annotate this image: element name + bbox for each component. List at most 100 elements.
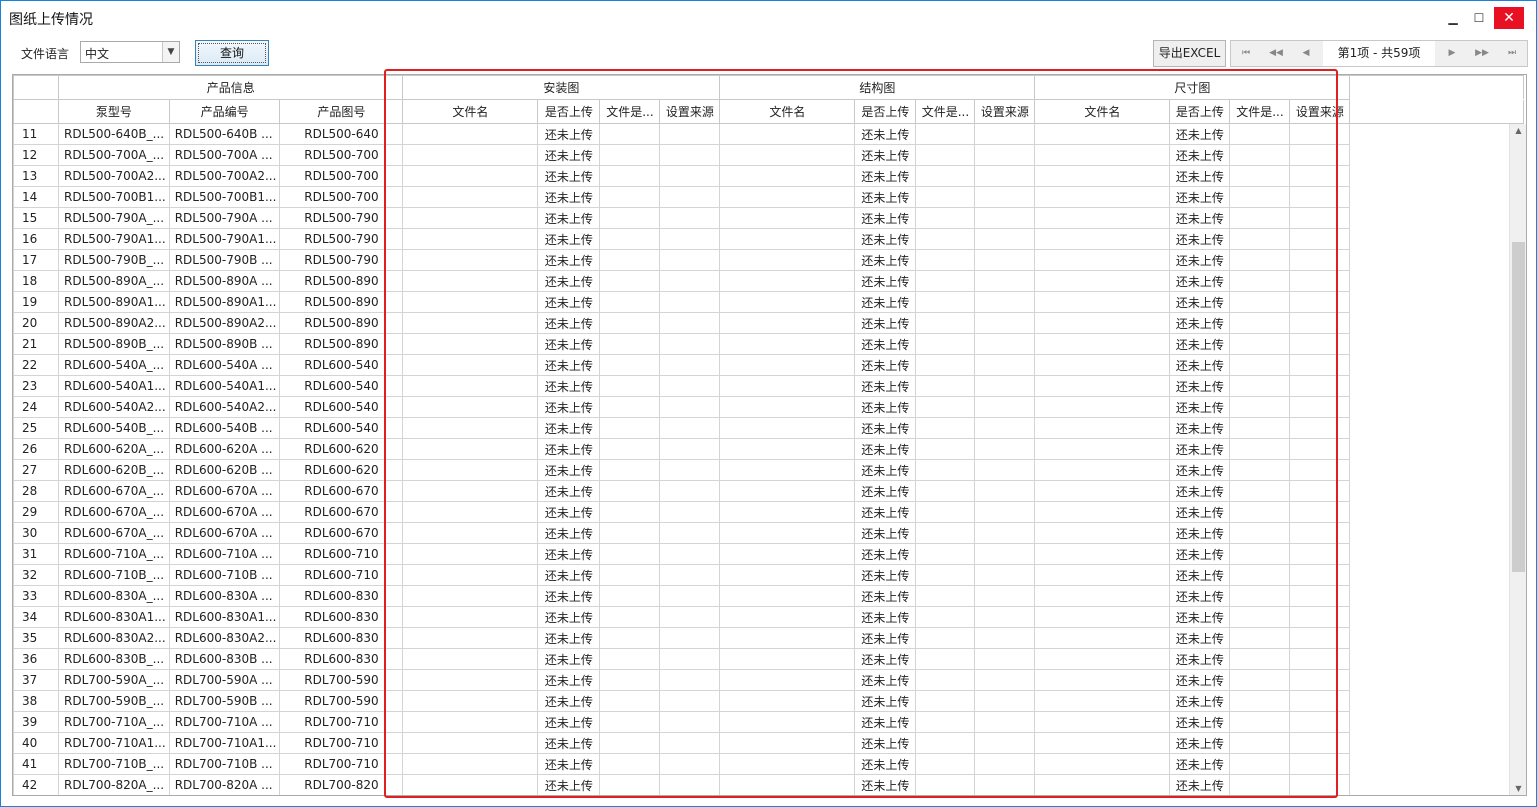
- cell-filename[interactable]: [402, 333, 539, 355]
- cell-source[interactable]: [659, 501, 721, 523]
- cell-filename[interactable]: [402, 732, 539, 754]
- cell-source[interactable]: [659, 627, 721, 649]
- cell-source[interactable]: [659, 648, 721, 670]
- table-row[interactable]: 22 RDL600-540A_... RDL600-540A ... RDL600-5…: [13, 354, 1524, 376]
- close-button[interactable]: ✕: [1494, 7, 1524, 29]
- cell-upload-status[interactable]: 还未上传: [1169, 165, 1231, 187]
- cell-upload-status[interactable]: 还未上传: [1169, 669, 1231, 691]
- cell-source[interactable]: [1289, 333, 1351, 355]
- cell-filename[interactable]: [1034, 438, 1171, 460]
- cell-file-flag[interactable]: [1229, 543, 1291, 565]
- table-row[interactable]: 38 RDL700-590B_... RDL700-590B ... RDL700-5…: [13, 690, 1524, 712]
- table-row[interactable]: 16 RDL500-790A1... RDL500-790A1... RDL500-7…: [13, 228, 1524, 250]
- cell-upload-status[interactable]: 还未上传: [537, 438, 601, 460]
- cell-filename[interactable]: [1034, 774, 1171, 795]
- cell-product-drawing[interactable]: RDL700-590: [279, 669, 404, 691]
- cell-product-drawing[interactable]: RDL600-710: [279, 564, 404, 586]
- cell-file-flag[interactable]: [1229, 585, 1291, 607]
- cell-source[interactable]: [974, 606, 1036, 628]
- cell-file-flag[interactable]: [1229, 354, 1291, 376]
- cell-source[interactable]: [1289, 207, 1351, 229]
- row-number[interactable]: 15: [13, 207, 59, 229]
- cell-filename[interactable]: [402, 144, 539, 166]
- cell-product-drawing[interactable]: RDL600-620: [279, 438, 404, 460]
- cell-upload-status[interactable]: 还未上传: [1169, 333, 1231, 355]
- cell-file-flag[interactable]: [599, 186, 661, 208]
- cell-source[interactable]: [659, 753, 721, 775]
- row-number[interactable]: 41: [13, 753, 59, 775]
- cell-upload-status[interactable]: 还未上传: [537, 774, 601, 795]
- cell-product-code[interactable]: RDL500-700B1...: [168, 186, 281, 208]
- cell-source[interactable]: [974, 165, 1036, 187]
- cell-filename[interactable]: [719, 375, 856, 397]
- cell-upload-status[interactable]: 还未上传: [854, 669, 917, 691]
- cell-source[interactable]: [659, 438, 721, 460]
- cell-product-code[interactable]: RDL500-790A1...: [168, 228, 281, 250]
- cell-file-flag[interactable]: [599, 333, 661, 355]
- cell-file-flag[interactable]: [599, 123, 661, 145]
- cell-product-code[interactable]: RDL600-670A ...: [168, 501, 281, 523]
- cell-pump-model[interactable]: RDL500-640B_...: [58, 123, 170, 145]
- cell-upload-status[interactable]: 还未上传: [854, 417, 917, 439]
- cell-file-flag[interactable]: [915, 312, 976, 334]
- scroll-down-icon[interactable]: ▼: [1510, 784, 1527, 793]
- cell-product-drawing[interactable]: RDL500-640: [279, 123, 404, 145]
- cell-filename[interactable]: [1034, 690, 1171, 712]
- cell-source[interactable]: [1289, 417, 1351, 439]
- cell-upload-status[interactable]: 还未上传: [537, 333, 601, 355]
- cell-product-drawing[interactable]: RDL500-700: [279, 186, 404, 208]
- cell-source[interactable]: [1289, 144, 1351, 166]
- cell-file-flag[interactable]: [1229, 186, 1291, 208]
- row-number[interactable]: 32: [13, 564, 59, 586]
- cell-product-drawing[interactable]: RDL500-890: [279, 312, 404, 334]
- cell-product-drawing[interactable]: RDL700-590: [279, 690, 404, 712]
- cell-filename[interactable]: [1034, 480, 1171, 502]
- cell-file-flag[interactable]: [915, 480, 976, 502]
- cell-source[interactable]: [1289, 648, 1351, 670]
- cell-filename[interactable]: [719, 627, 856, 649]
- cell-product-code[interactable]: RDL600-670A ...: [168, 522, 281, 544]
- cell-source[interactable]: [659, 480, 721, 502]
- table-row[interactable]: 39 RDL700-710A_... RDL700-710A ... RDL700-7…: [13, 711, 1524, 733]
- cell-pump-model[interactable]: RDL500-890A2...: [58, 312, 170, 334]
- row-number[interactable]: 34: [13, 606, 59, 628]
- cell-file-flag[interactable]: [1229, 732, 1291, 754]
- cell-file-flag[interactable]: [915, 165, 976, 187]
- cell-filename[interactable]: [1034, 669, 1171, 691]
- cell-filename[interactable]: [402, 417, 539, 439]
- cell-product-drawing[interactable]: RDL600-670: [279, 501, 404, 523]
- cell-file-flag[interactable]: [915, 522, 976, 544]
- cell-file-flag[interactable]: [915, 774, 976, 795]
- cell-filename[interactable]: [402, 606, 539, 628]
- cell-source[interactable]: [1289, 774, 1351, 795]
- row-number[interactable]: 24: [13, 396, 59, 418]
- cell-upload-status[interactable]: 还未上传: [1169, 711, 1231, 733]
- cell-upload-status[interactable]: 还未上传: [854, 480, 917, 502]
- cell-product-drawing[interactable]: RDL700-710: [279, 711, 404, 733]
- cell-upload-status[interactable]: 还未上传: [537, 249, 601, 271]
- cell-product-drawing[interactable]: RDL500-790: [279, 228, 404, 250]
- cell-source[interactable]: [974, 312, 1036, 334]
- cell-filename[interactable]: [402, 669, 539, 691]
- cell-product-code[interactable]: RDL700-590B ...: [168, 690, 281, 712]
- cell-product-code[interactable]: RDL600-620B ...: [168, 459, 281, 481]
- cell-product-code[interactable]: RDL600-540A2...: [168, 396, 281, 418]
- row-number[interactable]: 30: [13, 522, 59, 544]
- cell-filename[interactable]: [1034, 564, 1171, 586]
- cell-pump-model[interactable]: RDL700-590B_...: [58, 690, 170, 712]
- scroll-thumb[interactable]: [1512, 242, 1525, 572]
- col-header-source[interactable]: 设置来源: [974, 99, 1036, 124]
- table-row[interactable]: 23 RDL600-540A1... RDL600-540A1... RDL600-5…: [13, 375, 1524, 397]
- cell-pump-model[interactable]: RDL500-700A2...: [58, 165, 170, 187]
- cell-upload-status[interactable]: 还未上传: [1169, 522, 1231, 544]
- cell-product-drawing[interactable]: RDL700-820: [279, 774, 404, 795]
- cell-filename[interactable]: [719, 732, 856, 754]
- cell-filename[interactable]: [1034, 711, 1171, 733]
- scroll-up-icon[interactable]: ▲: [1510, 126, 1527, 135]
- cell-product-drawing[interactable]: RDL700-710: [279, 753, 404, 775]
- cell-filename[interactable]: [1034, 123, 1171, 145]
- col-header-filename[interactable]: 文件名: [719, 99, 856, 124]
- cell-filename[interactable]: [719, 648, 856, 670]
- cell-filename[interactable]: [1034, 522, 1171, 544]
- cell-upload-status[interactable]: 还未上传: [854, 438, 917, 460]
